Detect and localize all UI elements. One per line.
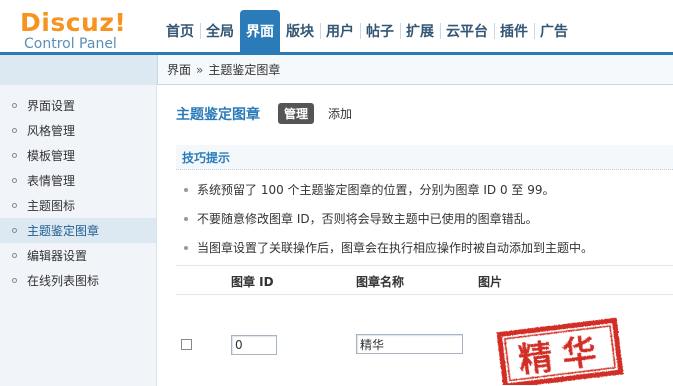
tab-add[interactable]: 添加: [322, 103, 358, 124]
stamp-image: 精华: [496, 317, 624, 385]
bullet-icon: [184, 216, 188, 221]
nav-item-8[interactable]: 插件: [494, 10, 534, 52]
logo-title: Discuz!: [20, 8, 127, 37]
nav-item-6[interactable]: 扩展: [400, 10, 440, 52]
sidebar-item-label: 表情管理: [27, 174, 76, 188]
breadcrumb-bar: 界面 » 主题鉴定图章: [0, 52, 673, 85]
bullet-icon: [12, 178, 17, 183]
nav-item-5[interactable]: 帖子: [360, 10, 400, 52]
tip-item: 当图章设置了关联操作后，图章会在执行相应操作时被自动添加到主题中。: [176, 233, 673, 262]
sidebar-item-7[interactable]: 在线列表图标: [0, 268, 156, 293]
breadcrumb-separator: »: [196, 62, 204, 77]
bullet-icon: [184, 187, 188, 192]
sidebar-item-0[interactable]: 界面设置: [0, 93, 156, 118]
row-checkbox[interactable]: [181, 339, 192, 350]
tips-title: 技巧提示: [176, 145, 673, 170]
sidebar-item-4[interactable]: 主题图标: [0, 193, 156, 218]
nav-item-1[interactable]: 全局: [200, 10, 240, 52]
sidebar-item-6[interactable]: 编辑器设置: [0, 243, 156, 268]
column-header-image: 图片: [478, 274, 503, 289]
sidebar-item-label: 主题图标: [27, 199, 76, 213]
tip-item: 系统预留了 100 个主题鉴定图章的位置，分别为图章 ID 0 至 99。: [176, 175, 673, 204]
sidebar-item-label: 模板管理: [27, 149, 76, 163]
tip-item: 不要随意修改图章 ID，否则将会导致主题中已使用的图章错乱。: [176, 204, 673, 233]
main-content: 主题鉴定图章 管理 添加 技巧提示 系统预留了 100 个主题鉴定图章的位置，分…: [158, 85, 673, 386]
sidebar-item-5[interactable]: 主题鉴定图章: [0, 218, 156, 243]
page-title: 主题鉴定图章: [176, 106, 260, 123]
column-header-name: 图章名称: [356, 274, 405, 289]
bullet-icon: [12, 128, 17, 133]
nav-item-3[interactable]: 版块: [280, 10, 320, 52]
bullet-icon: [184, 245, 188, 250]
tab-manage[interactable]: 管理: [278, 103, 315, 124]
bullet-icon: [12, 153, 17, 158]
nav-item-0[interactable]: 首页: [160, 10, 200, 52]
stamp-id-input[interactable]: [231, 335, 277, 355]
nav-item-9[interactable]: 广告: [534, 10, 574, 52]
stamp-name-input[interactable]: [356, 334, 463, 354]
breadcrumb-current: 主题鉴定图章: [208, 63, 281, 77]
nav-item-2[interactable]: 界面: [240, 10, 280, 52]
sidebar-item-label: 在线列表图标: [27, 274, 100, 288]
sidebar-item-label: 编辑器设置: [27, 249, 88, 263]
top-nav: 首页 全局 界面 版块 用户 帖子 扩展 云平台 插件 广告: [160, 10, 574, 52]
bullet-icon: [12, 103, 17, 108]
sidebar-item-3[interactable]: 表情管理: [0, 168, 156, 193]
bullet-icon: [12, 228, 17, 233]
sidebar: 界面设置风格管理模板管理表情管理主题图标主题鉴定图章 编辑器设置在线列表图标: [0, 85, 157, 386]
bullet-icon: [12, 278, 17, 283]
title-row: 主题鉴定图章 管理 添加: [176, 103, 366, 124]
column-header-id: 图章 ID: [231, 274, 274, 289]
sidebar-item-label: 主题鉴定图章: [27, 224, 100, 238]
breadcrumb: 界面 » 主题鉴定图章: [157, 55, 673, 85]
tips-list: 系统预留了 100 个主题鉴定图章的位置，分别为图章 ID 0 至 99。 不要…: [176, 175, 673, 262]
sidebar-item-2[interactable]: 模板管理: [0, 143, 156, 168]
sidebar-item-1[interactable]: 风格管理: [0, 118, 156, 143]
sidebar-item-label: 界面设置: [27, 99, 76, 113]
nav-item-7[interactable]: 云平台: [440, 10, 494, 52]
bullet-icon: [12, 253, 17, 258]
header: Discuz! Control Panel 首页 全局 界面 版块 用户 帖子 扩展 云平台插…: [0, 0, 673, 52]
table-header: 图章 ID 图章名称 图片: [176, 265, 673, 295]
breadcrumb-parent[interactable]: 界面: [167, 61, 191, 78]
sidebar-item-label: 风格管理: [27, 124, 76, 138]
bullet-icon: [12, 203, 17, 208]
logo[interactable]: Discuz! Control Panel: [20, 8, 150, 53]
table-row: 精华: [176, 317, 673, 386]
nav-item-4[interactable]: 用户: [320, 10, 360, 52]
logo-subtitle: Control Panel: [24, 36, 117, 52]
